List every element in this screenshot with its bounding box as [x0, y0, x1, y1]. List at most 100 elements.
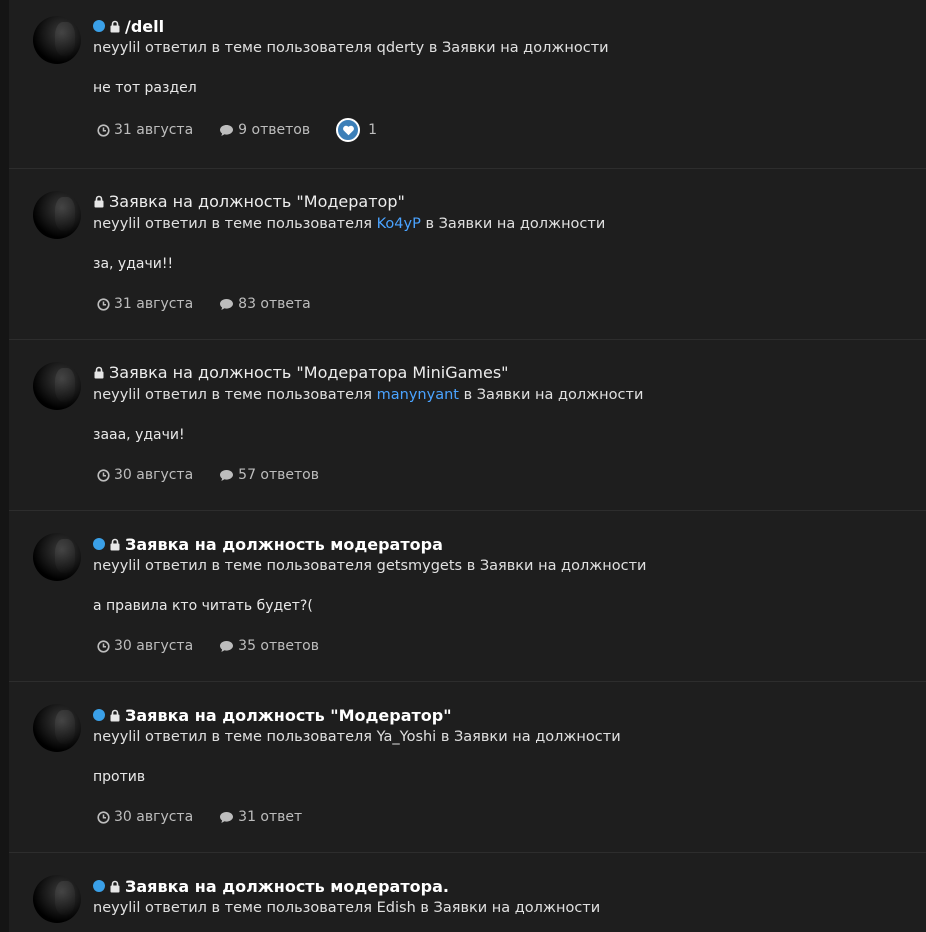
lock-icon — [110, 20, 120, 32]
activity-item: Заявка на должность "Модератор" neyylil … — [9, 682, 926, 853]
post-date[interactable]: 31 августа — [114, 296, 193, 312]
topic-title-link[interactable]: Заявка на должность "Модератор" — [109, 192, 405, 211]
meta-suffix[interactable]: в Заявки на должности — [441, 729, 621, 745]
topic-title-row: Заявка на должность "Модератор" — [93, 703, 452, 727]
lock-icon — [110, 538, 120, 550]
avatar[interactable] — [33, 191, 81, 239]
replies-stat: 35 ответов — [219, 638, 319, 654]
stats-row: 30 августа 35 ответов — [97, 636, 345, 656]
topic-title-link[interactable]: Заявка на должность "Модератора MiniGame… — [109, 363, 509, 382]
reply-count: 9 ответов — [238, 122, 311, 138]
comment-icon — [220, 124, 234, 136]
avatar[interactable] — [33, 362, 81, 410]
author-link[interactable]: manynyant — [377, 387, 459, 403]
activity-meta: neyylil ответил в теме пользователя many… — [93, 387, 643, 403]
meta-suffix[interactable]: в Заявки на должности — [420, 900, 600, 916]
activity-item: Заявка на должность "Модератор" neyylil … — [9, 169, 926, 340]
unread-dot-icon — [93, 880, 105, 892]
topic-title-link[interactable]: Заявка на должность "Модератор" — [125, 706, 452, 725]
heart-icon — [342, 125, 354, 136]
clock-icon — [97, 639, 110, 653]
topic-title-link[interactable]: Заявка на должность модератора — [125, 535, 443, 554]
replies-stat: 57 ответов — [219, 467, 319, 483]
topic-title-row: Заявка на должность модератора — [93, 532, 443, 556]
reply-count: 57 ответов — [238, 467, 319, 483]
lock-icon — [94, 366, 104, 378]
reply-count: 35 ответов — [238, 638, 319, 654]
activity-meta: neyylil ответил в теме пользователя Edis… — [93, 900, 600, 916]
activity-meta: neyylil ответил в теме пользователя Ko4y… — [93, 216, 605, 232]
reaction-summary[interactable]: 1 — [336, 118, 377, 142]
clock-icon — [97, 123, 110, 137]
date-stat: 30 августа — [97, 467, 193, 483]
activity-meta: neyylil ответил в теме пользователя gets… — [93, 558, 646, 574]
activity-meta: neyylil ответил в теме пользователя Ya_Y… — [93, 729, 621, 745]
post-date[interactable]: 30 августа — [114, 467, 193, 483]
lock-icon — [94, 195, 104, 207]
post-snippet: не тот раздел — [93, 80, 197, 96]
meta-suffix[interactable]: в Заявки на должности — [425, 216, 605, 232]
activity-feed: /dell neyylil ответил в теме пользовател… — [9, 0, 926, 932]
replies-stat: 83 ответа — [219, 296, 311, 312]
topic-title-row: Заявка на должность модератора. — [93, 874, 449, 898]
unread-dot-icon — [93, 709, 105, 721]
post-snippet: а правила кто читать будет?( — [93, 598, 313, 614]
activity-item: Заявка на должность модератора neyylil о… — [9, 511, 926, 682]
meta-prefix: neyylil ответил в теме пользователя — [93, 729, 373, 745]
lock-icon — [110, 880, 120, 892]
post-date[interactable]: 31 августа — [114, 122, 193, 138]
reply-count: 83 ответа — [238, 296, 311, 312]
replies-stat: 9 ответов — [219, 122, 310, 138]
stats-row: 30 августа 57 ответов — [97, 465, 345, 485]
comment-icon — [220, 469, 234, 481]
reaction-badge — [336, 118, 361, 142]
meta-suffix[interactable]: в Заявки на должности — [464, 387, 644, 403]
activity-meta: neyylil ответил в теме пользователя qder… — [93, 40, 609, 56]
topic-title-link[interactable]: Заявка на должность модератора. — [125, 877, 449, 896]
comment-icon — [220, 811, 234, 823]
avatar[interactable] — [33, 16, 81, 64]
clock-icon — [97, 297, 110, 311]
avatar[interactable] — [33, 875, 81, 923]
post-snippet: за, удачи!! — [93, 256, 174, 272]
date-stat: 30 августа — [97, 809, 193, 825]
author-link[interactable]: Ya_Yoshi — [377, 729, 437, 745]
stats-row: 31 августа 9 ответов 1 — [97, 118, 377, 142]
author-link[interactable]: qderty — [377, 40, 425, 56]
author-link[interactable]: Ko4yP — [377, 216, 421, 232]
author-link[interactable]: Edish — [377, 900, 416, 916]
meta-prefix: neyylil ответил в теме пользователя — [93, 558, 373, 574]
meta-prefix: neyylil ответил в теме пользователя — [93, 900, 373, 916]
activity-item: Заявка на должность "Модератора MiniGame… — [9, 340, 926, 511]
meta-suffix[interactable]: в Заявки на должности — [467, 558, 647, 574]
meta-prefix: neyylil ответил в теме пользователя — [93, 387, 373, 403]
activity-item: /dell neyylil ответил в теме пользовател… — [9, 0, 926, 169]
comment-icon — [220, 640, 234, 652]
reply-count: 31 ответ — [238, 809, 303, 825]
avatar[interactable] — [33, 533, 81, 581]
meta-prefix: neyylil ответил в теме пользователя — [93, 40, 373, 56]
date-stat: 30 августа — [97, 638, 193, 654]
date-stat: 31 августа — [97, 122, 193, 138]
unread-dot-icon — [93, 20, 105, 32]
post-date[interactable]: 30 августа — [114, 638, 193, 654]
comment-icon — [220, 298, 234, 310]
meta-prefix: neyylil ответил в теме пользователя — [93, 216, 373, 232]
author-link[interactable]: getsmygets — [377, 558, 462, 574]
topic-title-row: /dell — [93, 14, 164, 38]
stats-row: 30 августа 31 ответ — [97, 807, 328, 827]
post-snippet: зааа, удачи! — [93, 427, 185, 443]
lock-icon — [110, 709, 120, 721]
post-date[interactable]: 30 августа — [114, 809, 193, 825]
activity-item: Заявка на должность модератора. neyylil … — [9, 853, 926, 932]
stats-row: 31 августа 83 ответа — [97, 294, 337, 314]
meta-suffix[interactable]: в Заявки на должности — [429, 40, 609, 56]
date-stat: 31 августа — [97, 296, 193, 312]
clock-icon — [97, 810, 110, 824]
topic-title-link[interactable]: /dell — [125, 17, 164, 36]
left-edge — [0, 0, 9, 932]
topic-title-row: Заявка на должность "Модератора MiniGame… — [93, 360, 509, 384]
avatar[interactable] — [33, 704, 81, 752]
replies-stat: 31 ответ — [219, 809, 302, 825]
clock-icon — [97, 468, 110, 482]
